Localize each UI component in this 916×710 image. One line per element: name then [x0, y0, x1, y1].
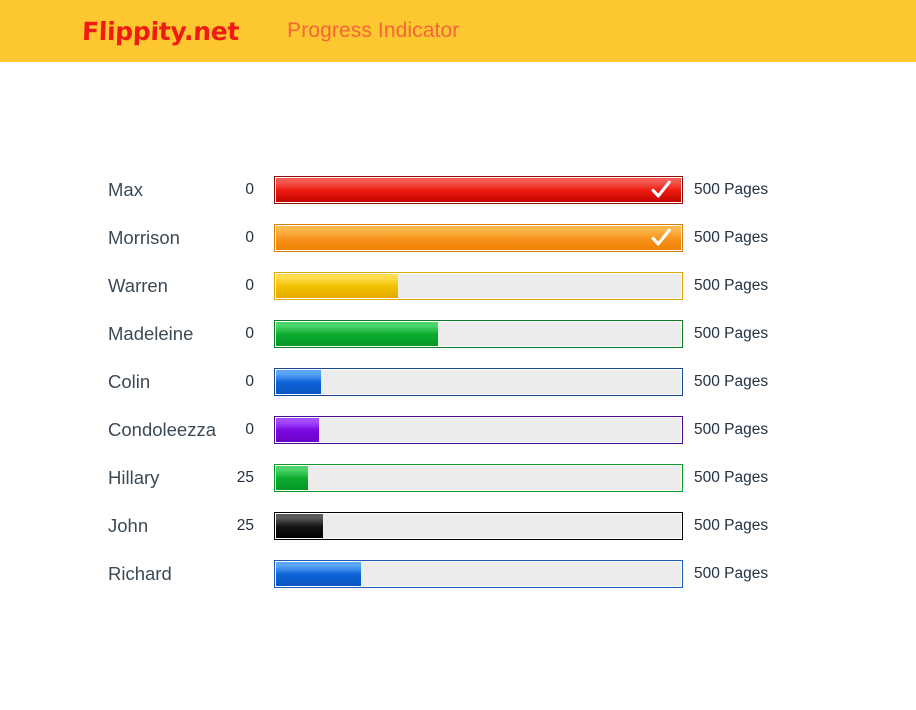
progress-track[interactable] [274, 224, 683, 252]
participant-count: 0 [245, 373, 254, 390]
goal-label: 500 Pages [694, 277, 769, 294]
participant-count: 0 [245, 181, 254, 198]
progress-row-john: John 25 500 Pages [0, 502, 916, 550]
progress-track-inner [276, 322, 681, 346]
progress-bar-cell[interactable] [274, 368, 684, 396]
progress-fill [276, 226, 681, 250]
progress-track[interactable] [274, 368, 683, 396]
participant-name: Hillary [108, 467, 160, 488]
participant-name: John [108, 515, 149, 536]
progress-bar-cell[interactable] [274, 560, 684, 588]
participant-name: Colin [108, 371, 151, 392]
progress-track-inner [276, 274, 681, 298]
check-icon [651, 228, 671, 246]
progress-fill [276, 178, 681, 202]
progress-track-inner [276, 466, 681, 490]
goal-label: 500 Pages [694, 517, 769, 534]
goal-label: 500 Pages [694, 181, 769, 198]
participant-name: Richard [108, 563, 172, 584]
participant-count: 25 [236, 469, 254, 486]
goal-label: 500 Pages [694, 469, 769, 486]
participant-count: 0 [245, 421, 254, 438]
check-icon [651, 180, 671, 198]
progress-row-richard: Richard 500 Pages [0, 550, 916, 598]
progress-bar-cell[interactable] [274, 272, 684, 300]
progress-bar-cell[interactable] [274, 224, 684, 252]
participant-count: 0 [245, 277, 254, 294]
brand-logo[interactable]: Flippity.net [81, 17, 239, 46]
progress-fill [276, 322, 438, 346]
progress-track-inner [276, 514, 681, 538]
progress-track[interactable] [274, 416, 683, 444]
progress-row-hillary: Hillary 25 500 Pages [0, 454, 916, 502]
progress-track-inner [276, 226, 681, 250]
progress-fill [276, 418, 319, 442]
progress-bar-cell[interactable] [274, 320, 684, 348]
progress-track[interactable] [274, 272, 683, 300]
progress-fill [276, 514, 323, 538]
progress-bar-cell[interactable] [274, 464, 684, 492]
participant-name: Morrison [108, 227, 180, 248]
participant-name: Condoleezza [108, 419, 216, 440]
progress-list: Max 0 500 Pages Morrison 0 500 Pages War… [0, 166, 916, 598]
progress-bar-cell[interactable] [274, 416, 684, 444]
progress-row-colin: Colin 0 500 Pages [0, 358, 916, 406]
goal-label: 500 Pages [694, 421, 769, 438]
progress-track[interactable] [274, 176, 683, 204]
participant-count: 0 [245, 325, 254, 342]
progress-track-inner [276, 418, 681, 442]
progress-track[interactable] [274, 320, 683, 348]
progress-row-madeleine: Madeleine 0 500 Pages [0, 310, 916, 358]
progress-track[interactable] [274, 512, 683, 540]
participant-count: 25 [236, 517, 254, 534]
progress-row-condoleezza: Condoleezza 0 500 Pages [0, 406, 916, 454]
progress-fill [276, 466, 309, 490]
progress-fill [276, 274, 398, 298]
main-content: Max 0 500 Pages Morrison 0 500 Pages War… [0, 62, 916, 598]
goal-label: 500 Pages [694, 229, 769, 246]
progress-row-morrison: Morrison 0 500 Pages [0, 214, 916, 262]
goal-label: 500 Pages [694, 565, 769, 582]
goal-label: 500 Pages [694, 325, 769, 342]
progress-track-inner [276, 370, 681, 394]
progress-row-max: Max 0 500 Pages [0, 166, 916, 214]
progress-track[interactable] [274, 464, 683, 492]
progress-fill [276, 562, 362, 586]
participant-name: Warren [108, 275, 168, 296]
progress-track-inner [276, 562, 681, 586]
goal-label: 500 Pages [694, 373, 769, 390]
progress-bar-cell[interactable] [274, 512, 684, 540]
participant-name: Madeleine [108, 323, 194, 344]
participant-name: Max [108, 179, 143, 200]
progress-bar-cell[interactable] [274, 176, 684, 204]
progress-row-warren: Warren 0 500 Pages [0, 262, 916, 310]
progress-track-inner [276, 178, 681, 202]
page-title: Progress Indicator [287, 19, 460, 42]
participant-count: 0 [245, 229, 254, 246]
progress-fill [276, 370, 321, 394]
app-header: Flippity.net Progress Indicator [0, 0, 916, 62]
progress-track[interactable] [274, 560, 683, 588]
